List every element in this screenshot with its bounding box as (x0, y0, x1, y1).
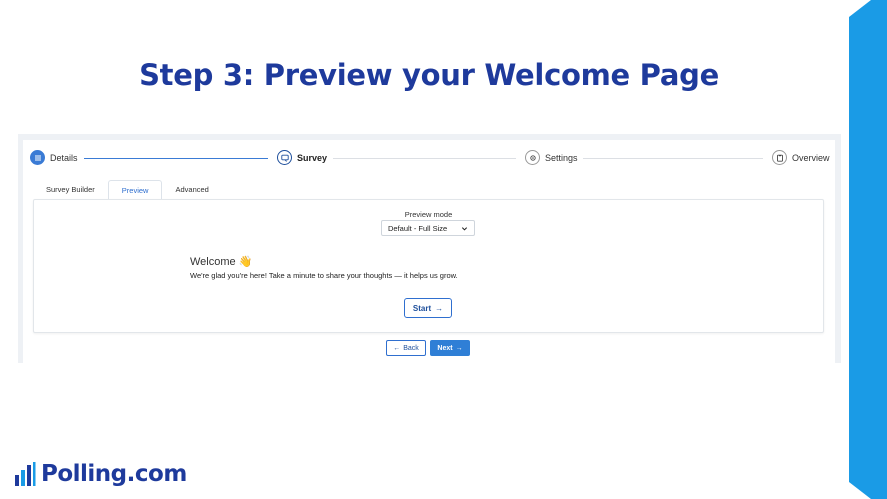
app-window: Details Survey Settings Overview Survey … (18, 134, 841, 363)
arrow-right-icon: → (435, 303, 444, 313)
list-icon (30, 150, 45, 165)
bar-chart-icon (15, 462, 36, 486)
brand-logo: Polling.com (14, 461, 187, 487)
tab-preview[interactable]: Preview (107, 180, 163, 200)
next-label: Next (437, 344, 453, 352)
step-label: Overview (792, 152, 830, 163)
slide-title: Step 3: Preview your Welcome Page (139, 58, 719, 92)
welcome-text: We're glad you're here! Take a minute to… (190, 271, 458, 280)
app-content: Details Survey Settings Overview Survey … (23, 140, 835, 363)
back-button[interactable]: ← Back (386, 340, 426, 356)
preview-mode-value: Default - Full Size (388, 223, 448, 233)
tab-bar: Survey Builder Preview Advanced (33, 180, 222, 200)
preview-mode-select[interactable]: Default - Full Size (381, 220, 475, 236)
step-label: Settings (545, 152, 578, 163)
tab-advanced[interactable]: Advanced (162, 180, 221, 200)
arrow-right-icon: → (455, 344, 463, 352)
back-label: Back (403, 344, 419, 352)
preview-panel: Preview mode Default - Full Size Welcome… (33, 199, 824, 333)
step-connector (84, 158, 268, 160)
brand-name: Polling.com (41, 461, 187, 487)
tab-survey-builder[interactable]: Survey Builder (33, 180, 108, 200)
step-settings[interactable]: Settings (525, 150, 578, 165)
step-connector (583, 158, 763, 159)
gear-icon (525, 150, 540, 165)
clipboard-icon (772, 150, 787, 165)
step-label: Survey (297, 152, 328, 163)
step-overview[interactable]: Overview (772, 150, 830, 165)
step-connector (333, 158, 516, 159)
start-button[interactable]: Start → (404, 298, 452, 318)
accent-bar (849, 0, 887, 499)
chevron-down-icon (461, 226, 468, 231)
welcome-title: Welcome 👋 (190, 256, 253, 268)
step-survey[interactable]: Survey (277, 150, 327, 165)
step-label: Details (50, 152, 78, 163)
arrow-left-icon: ← (393, 344, 401, 352)
step-details[interactable]: Details (30, 150, 78, 165)
survey-icon (277, 150, 292, 165)
next-button[interactable]: Next → (430, 340, 470, 356)
start-label: Start (412, 303, 432, 313)
preview-mode-label: Preview mode (404, 210, 453, 219)
